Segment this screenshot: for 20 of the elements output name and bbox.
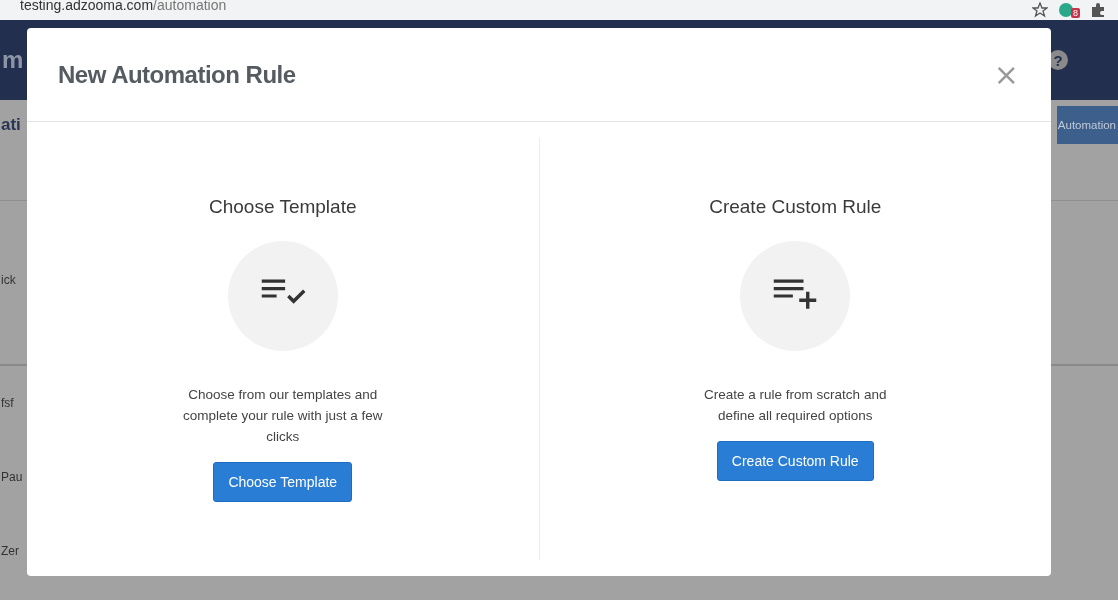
address-text[interactable]: testing.adzooma.com/automation bbox=[20, 0, 227, 12]
rule-name: Pau bbox=[1, 470, 23, 484]
modal-title: New Automation Rule bbox=[58, 60, 296, 89]
star-icon[interactable] bbox=[1032, 2, 1048, 18]
rule-name: Zer bbox=[1, 544, 19, 558]
option-button[interactable]: Create Custom Rule bbox=[716, 441, 874, 481]
rule-name: ick bbox=[1, 273, 16, 287]
puzzle-icon[interactable] bbox=[1090, 2, 1106, 18]
option-heading: Choose Template bbox=[209, 196, 357, 218]
option-description: Choose from our templates and complete your rule with just a few clicks bbox=[182, 386, 383, 446]
close-button[interactable]: × bbox=[993, 59, 1019, 90]
option-button[interactable]: Choose Template bbox=[213, 462, 353, 502]
page-heading: ati bbox=[1, 115, 21, 135]
option-heading: Create Custom Rule bbox=[709, 196, 882, 218]
logo-text: m bbox=[2, 46, 24, 74]
new-automation-button[interactable]: Automation bbox=[1056, 106, 1118, 144]
notification-badge: 8 bbox=[1071, 8, 1080, 18]
rule-name: fsf bbox=[1, 396, 14, 410]
option-description: Create a rule from scratch and define all required options bbox=[703, 386, 888, 425]
extension-icon[interactable] bbox=[1058, 2, 1074, 18]
